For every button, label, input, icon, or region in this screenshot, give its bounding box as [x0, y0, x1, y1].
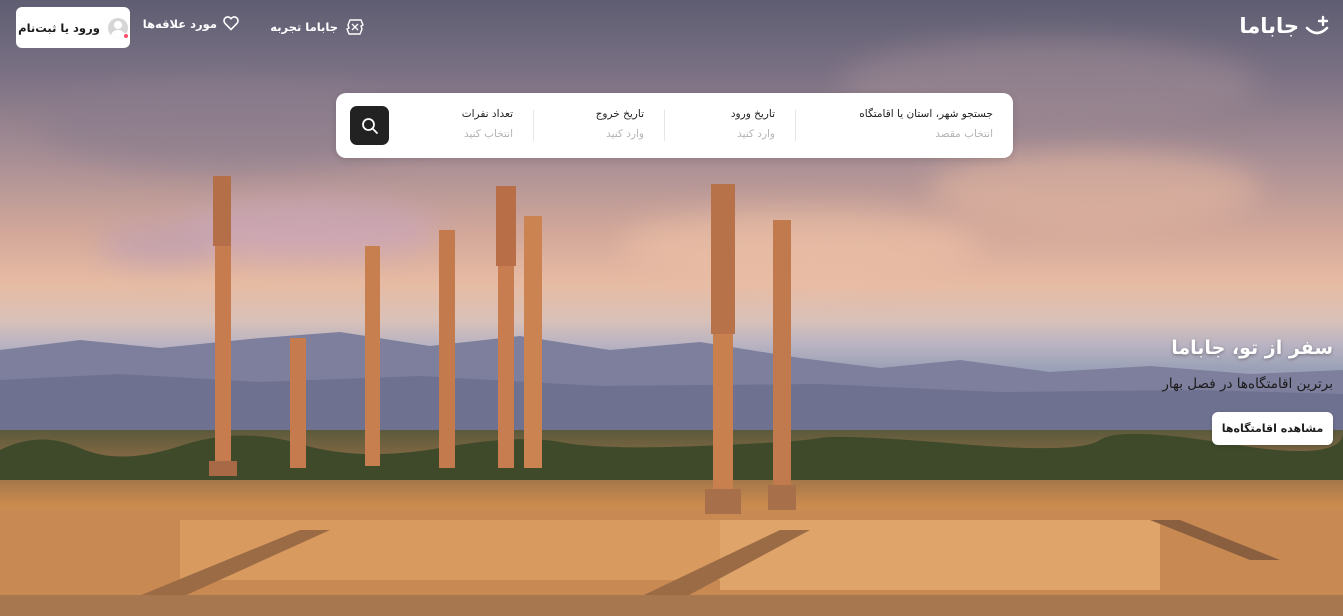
destination-label: جستجو شهر، استان یا اقامتگاه [859, 108, 993, 120]
search-icon [361, 117, 378, 134]
hero-subtitle: برترین اقامتگاه‌ها در فصل بهار [1162, 376, 1333, 392]
column-graphic [290, 338, 306, 468]
nav-favorites-label: مورد علاقه‌ها [142, 16, 217, 31]
search-bar: جستجو شهر، استان یا اقامتگاه انتخاب مقصد… [336, 93, 1013, 158]
column-graphic [705, 184, 741, 514]
column-graphic [768, 220, 796, 510]
nav-favorites-link[interactable]: مورد علاقه‌ها [143, 16, 239, 31]
guests-field[interactable]: تعداد نفرات انتخاب کنید [403, 93, 513, 158]
trees-graphic [0, 433, 1343, 480]
header: جاباما جاباما تجربه مورد علاقه‌ها ورود ی… [0, 0, 1343, 60]
check-in-label: تاریخ ورود [730, 108, 775, 120]
notification-dot [122, 32, 129, 39]
logo[interactable]: جاباما [1239, 14, 1331, 38]
destination-placeholder: انتخاب مقصد [935, 128, 993, 140]
view-stays-button[interactable]: مشاهده اقامتگاه‌ها [1212, 412, 1333, 445]
guests-label: تعداد نفرات [461, 108, 513, 120]
check-out-field[interactable]: تاریخ خروج وارد کنید [534, 93, 644, 158]
column-graphic [209, 176, 237, 476]
logo-text: جاباما [1239, 14, 1299, 38]
avatar [107, 17, 129, 39]
search-button[interactable] [350, 106, 389, 145]
logo-smile-icon [1305, 15, 1329, 35]
heart-icon [223, 16, 239, 31]
ruins-terrace-graphic [0, 510, 1343, 616]
column-graphic [439, 230, 455, 468]
nav-experience-link[interactable]: جاباما تجربه [270, 16, 366, 38]
column-graphic [365, 246, 380, 466]
guests-placeholder: انتخاب کنید [463, 128, 513, 140]
check-in-placeholder: وارد کنید [737, 128, 775, 140]
check-out-label: تاریخ خروج [595, 108, 644, 120]
field-divider [795, 110, 796, 141]
nav-experience-label: جاباما تجربه [270, 20, 338, 34]
field-divider [533, 110, 534, 141]
hero-title: سفر از تو، جاباما [1171, 337, 1333, 359]
field-divider [664, 110, 665, 141]
login-signup-button[interactable]: ورود یا ثبت‌نام [16, 7, 130, 48]
column-graphic [496, 186, 516, 468]
check-in-field[interactable]: تاریخ ورود وارد کنید [665, 93, 775, 158]
destination-field[interactable]: جستجو شهر، استان یا اقامتگاه انتخاب مقصد [793, 93, 993, 158]
login-signup-label: ورود یا ثبت‌نام [18, 20, 100, 35]
check-out-placeholder: وارد کنید [606, 128, 644, 140]
ticket-icon [346, 19, 364, 35]
column-graphic [524, 216, 542, 468]
